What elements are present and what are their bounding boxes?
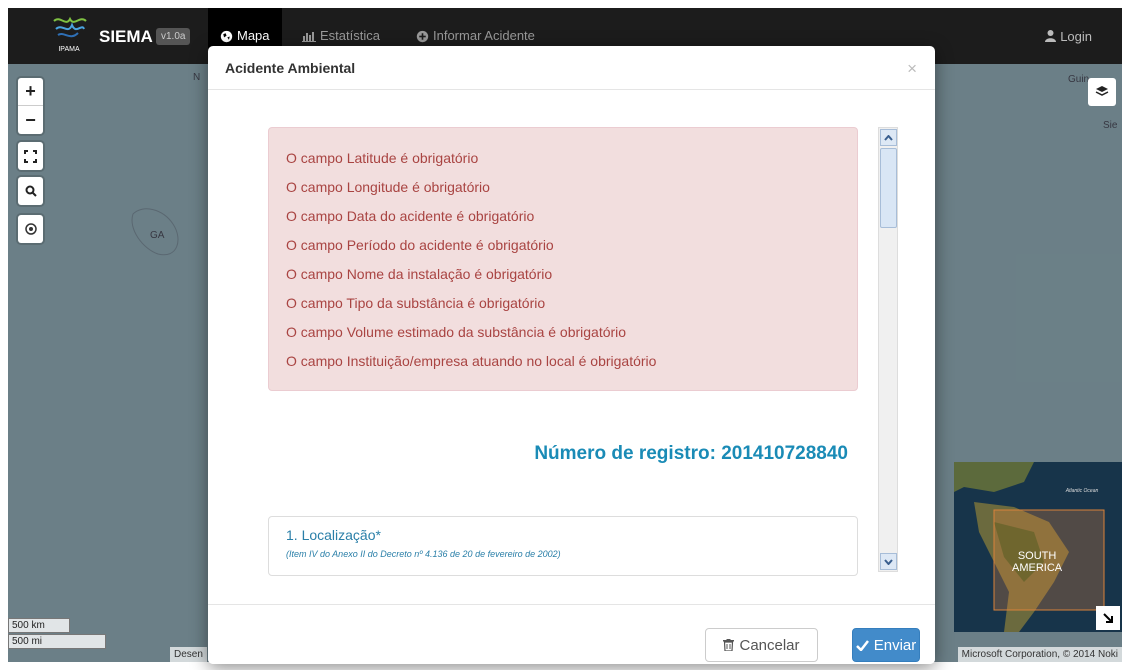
ipama-logo[interactable]: IPAMA [48, 13, 90, 59]
minimap-region-label: SOUTH AMERICA [1012, 550, 1063, 574]
modal-body[interactable]: O campo Latitude é obrigatório O campo L… [208, 91, 935, 604]
modal-footer: Cancelar Enviar [208, 604, 935, 664]
plus-circle-icon [416, 30, 429, 42]
login-label: Login [1060, 28, 1092, 44]
error-message: O campo Data do acidente é obrigatório [286, 208, 535, 224]
error-message: O campo Período do acidente é obrigatóri… [286, 237, 554, 253]
globe-icon [220, 30, 233, 42]
minimap[interactable]: Atlantic Ocean SOUTH AMERICA [954, 462, 1122, 632]
collapse-arrow-icon [1103, 613, 1113, 623]
crosshair-icon [24, 223, 37, 235]
locate-button[interactable] [18, 215, 43, 243]
registration-number: Número de registro: 201410728840 [534, 443, 848, 464]
modal-header: Acidente Ambiental × [208, 46, 935, 90]
bar-chart-icon [302, 32, 316, 42]
error-message: O campo Nome da instalação é obrigatório [286, 266, 553, 282]
accident-modal: Acidente Ambiental × O campo Latitude é … [208, 46, 935, 664]
fullscreen-button[interactable] [18, 142, 43, 170]
location-section: 1. Localização* (Item IV do Anexo II do … [268, 516, 858, 576]
cancel-button[interactable]: Cancelar [705, 628, 818, 662]
scroll-up-button[interactable] [880, 129, 897, 146]
modal-scrollbar[interactable] [878, 127, 898, 572]
error-alert: O campo Latitude é obrigatório O campo L… [268, 127, 858, 391]
search-icon [25, 185, 37, 197]
map-search-button[interactable] [18, 177, 43, 205]
send-button[interactable]: Enviar [852, 628, 920, 662]
error-message: O campo Volume estimado da substância é … [286, 324, 627, 340]
scale-mi: 500 mi [8, 634, 106, 649]
chevron-down-icon [884, 558, 893, 565]
scroll-thumb[interactable] [880, 148, 897, 228]
svg-text:Atlantic Ocean: Atlantic Ocean [1065, 488, 1099, 494]
version-badge: v1.0a [156, 28, 191, 45]
layers-button[interactable] [1088, 78, 1116, 106]
svg-text:IPAMA: IPAMA [58, 46, 80, 53]
cancel-button-label: Cancelar [739, 636, 800, 654]
send-button-label: Enviar [873, 636, 917, 654]
zoom-out-button[interactable]: − [18, 106, 43, 134]
zoom-in-button[interactable]: + [18, 78, 43, 106]
zoom-control: + − [18, 78, 43, 134]
chevron-up-icon [884, 134, 893, 141]
user-icon [1045, 30, 1057, 42]
minimap-toggle-button[interactable] [1096, 606, 1120, 630]
modal-title: Acidente Ambiental [225, 60, 356, 76]
location-section-title: 1. Localização* [286, 527, 381, 543]
error-message: O campo Instituição/empresa atuando no l… [286, 353, 657, 369]
login-link[interactable]: Login [1045, 8, 1092, 64]
attribution-left: Desen [170, 647, 207, 662]
form-content: O campo Latitude é obrigatório O campo L… [268, 127, 858, 576]
layers-icon [1095, 86, 1109, 96]
attribution-right: Microsoft Corporation, © 2014 Noki [957, 647, 1122, 662]
error-message: O campo Tipo da substância é obrigatório [286, 295, 546, 311]
location-section-subtitle: (Item IV do Anexo II do Decreto nº 4.136… [286, 549, 561, 559]
check-icon [855, 639, 869, 651]
brand-name[interactable]: SIEMA [99, 27, 153, 47]
trash-icon [723, 639, 735, 651]
fullscreen-icon [24, 149, 37, 163]
error-message: O campo Latitude é obrigatório [286, 150, 479, 166]
scale-km: 500 km [8, 618, 70, 633]
error-message: O campo Longitude é obrigatório [286, 179, 490, 195]
scroll-down-button[interactable] [880, 553, 897, 570]
close-button[interactable]: × [907, 59, 917, 79]
